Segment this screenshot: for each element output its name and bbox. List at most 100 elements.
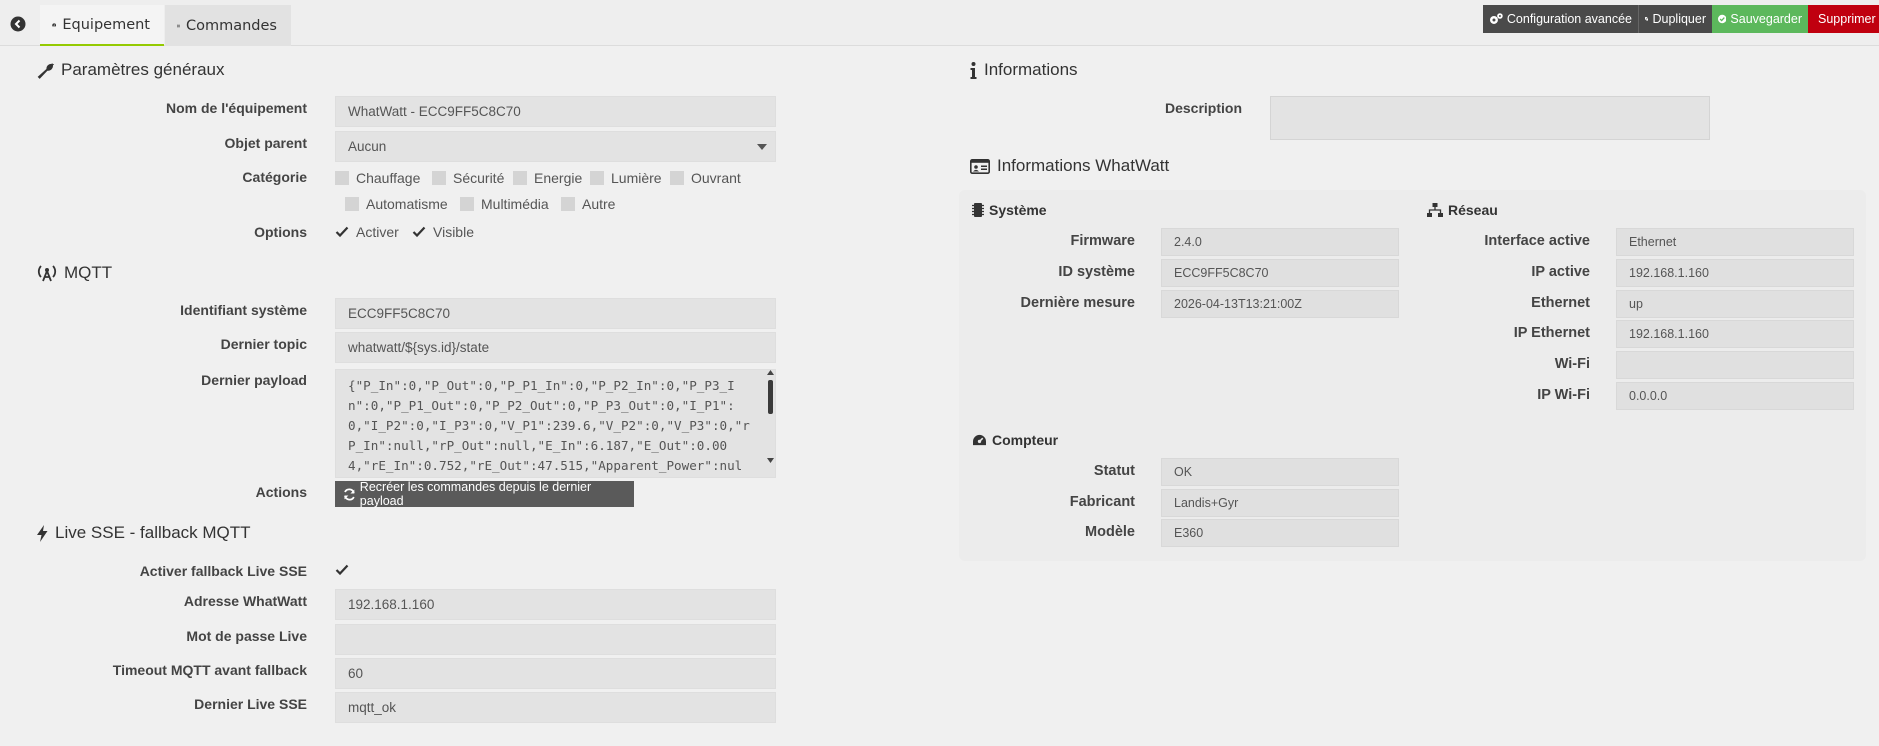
top-bar: Equipement Commandes Configuration avanc… bbox=[0, 0, 1879, 46]
id-card-icon bbox=[970, 158, 990, 174]
compteur-title: Compteur bbox=[972, 432, 1058, 448]
scroll-down-icon bbox=[767, 458, 774, 463]
category-checkbox-multimedia[interactable]: Multimédia bbox=[460, 196, 549, 212]
broadcast-tower-icon bbox=[37, 265, 57, 282]
ip-active-label: IP active bbox=[1531, 264, 1590, 280]
sse-password-input[interactable] bbox=[335, 624, 776, 655]
ip-ethernet-label: IP Ethernet bbox=[1513, 325, 1590, 341]
sse-address-label: Adresse WhatWatt bbox=[183, 593, 307, 609]
status-label: Statut bbox=[1093, 463, 1135, 479]
info-section-title: Informations bbox=[970, 60, 1078, 80]
check-icon bbox=[335, 226, 349, 238]
actions-label: Actions bbox=[255, 484, 307, 500]
model-label: Modèle bbox=[1085, 524, 1135, 540]
sse-section-title: Live SSE - fallback MQTT bbox=[37, 523, 251, 543]
option-checkbox-visible[interactable]: Visible bbox=[412, 224, 474, 240]
tab-commandes-label: Commandes bbox=[185, 17, 277, 34]
payload-scrollbar[interactable] bbox=[766, 370, 775, 477]
duplicate-button[interactable]: Dupliquer bbox=[1638, 5, 1712, 33]
ip-active-field: 192.168.1.160 bbox=[1616, 259, 1854, 287]
save-button[interactable]: Sauvegarder bbox=[1712, 5, 1808, 33]
copy-icon bbox=[1645, 17, 1649, 21]
duplicate-label: Dupliquer bbox=[1652, 12, 1706, 26]
ethernet-label: Ethernet bbox=[1531, 295, 1590, 311]
ip-wifi-label: IP Wi-Fi bbox=[1537, 387, 1590, 403]
checkbox-box bbox=[513, 171, 527, 185]
whatwatt-info-title: Informations WhatWatt bbox=[970, 156, 1169, 176]
ip-wifi-field: 0.0.0.0 bbox=[1616, 382, 1854, 410]
payload-textarea[interactable]: {"P_In":0,"P_Out":0,"P_P1_In":0,"P_P2_In… bbox=[335, 369, 776, 478]
iface-field: Ethernet bbox=[1616, 228, 1854, 256]
category-checkbox-ouvrant[interactable]: Ouvrant bbox=[670, 170, 741, 186]
category-checkbox-energie[interactable]: Energie bbox=[513, 170, 582, 186]
description-textarea[interactable] bbox=[1270, 96, 1710, 140]
category-checkbox-lumiere[interactable]: Lumière bbox=[590, 170, 662, 186]
recreate-commands-label: Recréer les commandes depuis le dernier … bbox=[359, 480, 592, 508]
chevron-down-icon bbox=[757, 144, 767, 150]
checkbox-box bbox=[460, 197, 474, 211]
advanced-config-label: Configuration avancée bbox=[1506, 12, 1632, 26]
recreate-commands-button[interactable]: Recréer les commandes depuis le dernier … bbox=[335, 480, 634, 508]
topic-input[interactable]: whatwatt/${sys.id}/state bbox=[335, 332, 776, 363]
maker-field: Landis+Gyr bbox=[1161, 489, 1399, 517]
refresh-icon bbox=[344, 487, 355, 501]
back-button[interactable] bbox=[4, 10, 32, 38]
category-checkbox-automatisme[interactable]: Automatisme bbox=[345, 196, 448, 212]
system-id-field: ECC9FF5C8C70 bbox=[1161, 259, 1399, 287]
checkbox-box bbox=[590, 171, 604, 185]
status-field: OK bbox=[1161, 458, 1399, 486]
tab-commandes[interactable]: Commandes bbox=[165, 5, 291, 46]
reseau-title: Réseau bbox=[1427, 202, 1498, 218]
payload-label: Dernier payload bbox=[201, 372, 307, 388]
category-checkbox-chauffage[interactable]: Chauffage bbox=[335, 170, 420, 186]
category-checkbox-autre[interactable]: Autre bbox=[561, 196, 615, 212]
tab-equipement-label: Equipement bbox=[62, 16, 150, 33]
tachometer-icon bbox=[52, 22, 57, 26]
ethernet-field: up bbox=[1616, 290, 1854, 318]
save-label: Sauvegarder bbox=[1730, 12, 1802, 26]
check-icon bbox=[335, 564, 349, 576]
sse-timeout-label: Timeout MQTT avant fallback bbox=[112, 662, 307, 678]
checkbox-box bbox=[335, 171, 349, 185]
sse-timeout-input[interactable]: 60 bbox=[335, 658, 776, 689]
bolt-icon bbox=[37, 524, 48, 542]
general-section-title: Paramètres généraux bbox=[37, 60, 224, 80]
description-label: Description bbox=[1164, 100, 1242, 116]
sse-enable-label: Activer fallback Live SSE bbox=[139, 563, 307, 579]
delete-button[interactable]: Supprimer bbox=[1808, 5, 1879, 33]
options-label: Options bbox=[254, 224, 307, 240]
scroll-up-icon bbox=[767, 370, 774, 375]
last-measure-field: 2026-04-13T13:21:00Z bbox=[1161, 290, 1399, 318]
sse-address-input[interactable]: 192.168.1.160 bbox=[335, 589, 776, 620]
microchip-icon bbox=[972, 203, 984, 217]
ip-ethernet-field: 192.168.1.160 bbox=[1616, 320, 1854, 348]
parent-select[interactable]: Aucun bbox=[335, 131, 776, 162]
advanced-config-button[interactable]: Configuration avancée bbox=[1483, 5, 1638, 33]
category-checkbox-securite[interactable]: Sécurité bbox=[432, 170, 504, 186]
option-checkbox-activer[interactable]: Activer bbox=[335, 224, 399, 240]
sse-password-label: Mot de passe Live bbox=[186, 628, 307, 644]
firmware-field: 2.4.0 bbox=[1161, 228, 1399, 256]
wrench-icon bbox=[37, 62, 54, 79]
iface-label: Interface active bbox=[1484, 233, 1590, 249]
name-label: Nom de l'équipement bbox=[165, 100, 307, 116]
maker-label: Fabricant bbox=[1069, 494, 1135, 510]
model-field: E360 bbox=[1161, 519, 1399, 547]
back-arrow-icon bbox=[10, 16, 26, 32]
name-input[interactable]: WhatWatt - ECC9FF5C8C70 bbox=[335, 96, 776, 127]
sse-last-input[interactable]: mqtt_ok bbox=[335, 692, 776, 723]
check-circle-icon bbox=[1718, 14, 1727, 24]
info-icon bbox=[970, 61, 977, 79]
category-label: Catégorie bbox=[242, 169, 307, 185]
last-measure-label: Dernière mesure bbox=[1020, 295, 1135, 311]
firmware-label: Firmware bbox=[1070, 233, 1135, 249]
sse-enable-checkbox[interactable] bbox=[335, 564, 356, 576]
parent-select-value: Aucun bbox=[348, 139, 387, 154]
checkbox-box bbox=[345, 197, 359, 211]
sysid-input[interactable]: ECC9FF5C8C70 bbox=[335, 298, 776, 329]
delete-label: Supprimer bbox=[1818, 12, 1876, 26]
sysid-label: Identifiant système bbox=[180, 302, 307, 318]
scrollbar-thumb[interactable] bbox=[768, 380, 773, 414]
system-id-label: ID système bbox=[1058, 264, 1135, 280]
tab-equipement[interactable]: Equipement bbox=[40, 5, 164, 46]
